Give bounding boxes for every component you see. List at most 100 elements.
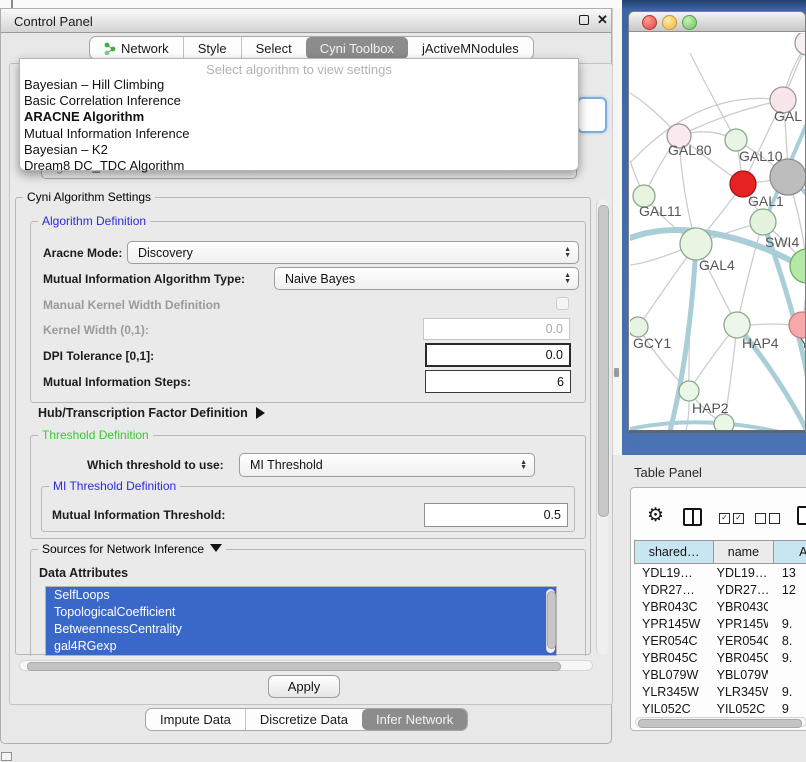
tab-network[interactable]: Network bbox=[90, 37, 183, 59]
network-node[interactable] bbox=[770, 159, 806, 195]
table-cell: YER054C bbox=[634, 634, 711, 648]
dropdown-item[interactable]: Mutual Information Inference bbox=[20, 126, 578, 142]
column-header[interactable]: A bbox=[774, 541, 806, 563]
minimize-traffic-light[interactable] bbox=[662, 15, 677, 30]
table-cell: YDR27… bbox=[711, 583, 768, 597]
panel-divider[interactable] bbox=[612, 8, 622, 455]
dropdown-item[interactable]: Dream8 DC_TDC Algorithm bbox=[20, 158, 578, 174]
show-columns-icon[interactable]: ✓ ✓ bbox=[719, 513, 744, 524]
bottom-tab-label: Infer Network bbox=[376, 712, 453, 727]
list-item[interactable]: SelfLoops bbox=[46, 587, 556, 604]
gear-icon[interactable]: ⚙ bbox=[647, 506, 664, 526]
chevron-updown-icon: ▲▼ bbox=[564, 247, 571, 258]
settings-scrollbar-thumb[interactable] bbox=[598, 205, 609, 517]
cyni-algorithm-settings-group: Cyni Algorithm Settings Algorithm Defini… bbox=[15, 197, 591, 655]
which-threshold-combobox[interactable]: MI Threshold ▲▼ bbox=[239, 453, 535, 477]
table-row[interactable]: YDL19…YDL19…13 bbox=[634, 564, 806, 581]
hub-definition-toggle[interactable]: Hub/Transcription Factor Definition bbox=[38, 403, 265, 423]
expanded-arrow-icon bbox=[210, 544, 222, 552]
split-columns-icon[interactable] bbox=[683, 508, 702, 526]
table-row[interactable]: YBR043CYBR043C bbox=[634, 598, 806, 615]
kernel-width-field[interactable]: 0.0 bbox=[423, 318, 570, 340]
listbox-vertical-scrollbar[interactable] bbox=[546, 589, 555, 653]
dropdown-item[interactable]: Bayesian – K2 bbox=[20, 142, 578, 158]
network-canvas[interactable]: GALGAL80GAL10GAL1GAL11SWI4GAL4GCY1HAP4YH… bbox=[630, 33, 806, 431]
table-cell: 8. bbox=[768, 634, 806, 648]
table-cell: YBL079W bbox=[711, 668, 768, 682]
network-node[interactable] bbox=[795, 33, 806, 55]
settings-vertical-scrollbar[interactable] bbox=[596, 199, 608, 655]
tab-style[interactable]: Style bbox=[183, 37, 241, 59]
network-node[interactable] bbox=[790, 249, 806, 283]
manual-kernel-checkbox[interactable] bbox=[556, 297, 569, 310]
float-window-icon[interactable] bbox=[579, 15, 589, 25]
divider-handle-icon[interactable] bbox=[614, 368, 619, 377]
list-item[interactable]: TopologicalCoefficient bbox=[46, 604, 556, 621]
list-item[interactable]: BetweennessCentrality bbox=[46, 621, 556, 638]
network-node[interactable] bbox=[714, 414, 734, 431]
node-label: GAL10 bbox=[739, 148, 783, 164]
tab-cyni-toolbox[interactable]: Cyni Toolbox bbox=[306, 37, 408, 59]
zoom-traffic-light[interactable] bbox=[682, 15, 697, 30]
table-row[interactable]: YLR345WYLR345W9. bbox=[634, 683, 806, 700]
network-node[interactable] bbox=[630, 317, 648, 337]
network-window-titlebar bbox=[629, 12, 805, 32]
list-item[interactable]: gal4RGexp bbox=[46, 638, 556, 655]
node-label: GAL1 bbox=[748, 193, 784, 209]
bottom-tab-infer-network[interactable]: Infer Network bbox=[362, 709, 467, 730]
mi-type-value: Naive Bayes bbox=[285, 272, 355, 286]
dropdown-item[interactable]: ARACNE Algorithm bbox=[20, 109, 578, 125]
table-row[interactable]: YIL052CYIL052C9 bbox=[634, 700, 806, 717]
column-header[interactable]: name bbox=[714, 541, 773, 563]
hide-columns-icon[interactable] bbox=[755, 513, 780, 524]
tab-jactivemnodules[interactable]: jActiveMNodules bbox=[408, 37, 533, 59]
table-row[interactable]: YPR145WYPR145W9. bbox=[634, 615, 806, 632]
bottom-left-widget[interactable] bbox=[1, 752, 12, 761]
focused-combo-fragment[interactable] bbox=[577, 97, 607, 133]
apply-button[interactable]: Apply bbox=[268, 675, 340, 698]
network-icon bbox=[104, 42, 116, 55]
algorithm-dropdown-placeholder: Select algorithm to view settings bbox=[20, 59, 578, 77]
tab-select[interactable]: Select bbox=[241, 37, 306, 59]
mi-threshold-field[interactable]: 0.5 bbox=[424, 503, 568, 527]
table-horizontal-scrollbar[interactable] bbox=[635, 717, 806, 727]
table-row[interactable]: YBL079WYBL079W bbox=[634, 666, 806, 683]
algorithm-definition-title: Algorithm Definition bbox=[38, 214, 150, 228]
bottom-tab-impute-data[interactable]: Impute Data bbox=[146, 709, 245, 730]
table-hscrollbar-thumb[interactable] bbox=[638, 719, 802, 728]
table-row[interactable]: YER054CYER054C8. bbox=[634, 632, 806, 649]
node-table: shared…nameA YDL19…YDL19…13YDR27…YDR27…1… bbox=[634, 540, 806, 718]
close-icon[interactable]: ✕ bbox=[597, 12, 608, 28]
top-tabs: Network Style SelectCyni ToolboxjActiveMNo… bbox=[89, 36, 534, 60]
algorithm-dropdown: Select algorithm to view settings Bayesi… bbox=[19, 58, 579, 171]
table-row[interactable]: YDR27…YDR27…12 bbox=[634, 581, 806, 598]
settings-horizontal-scrollbar[interactable] bbox=[19, 660, 593, 671]
cyni-algorithm-settings-title: Cyni Algorithm Settings bbox=[23, 190, 155, 204]
mi-steps-field[interactable]: 6 bbox=[425, 370, 571, 393]
node-label: GAL bbox=[774, 108, 802, 124]
unchecked-box-icon bbox=[755, 513, 766, 524]
bottom-tab-discretize-data[interactable]: Discretize Data bbox=[245, 709, 362, 730]
dropdown-item[interactable]: Basic Correlation Inference bbox=[20, 93, 578, 109]
new-table-icon[interactable] bbox=[797, 506, 806, 525]
table-cell: 9. bbox=[768, 685, 806, 699]
dpi-tolerance-field[interactable]: 0.0 bbox=[425, 343, 571, 367]
network-node[interactable] bbox=[750, 209, 776, 235]
column-header[interactable]: shared… bbox=[634, 541, 714, 563]
network-node[interactable] bbox=[680, 228, 712, 260]
settings-hscrollbar-thumb[interactable] bbox=[27, 662, 561, 671]
table-row[interactable]: YBR045CYBR045C9. bbox=[634, 649, 806, 666]
mi-steps-label: Mutual Information Steps: bbox=[43, 375, 191, 389]
mi-type-combobox[interactable]: Naive Bayes ▲▼ bbox=[274, 267, 579, 290]
network-node[interactable] bbox=[679, 381, 699, 401]
aracne-mode-combobox[interactable]: Discovery ▲▼ bbox=[127, 241, 579, 264]
data-attributes-listbox: SelfLoopsTopologicalCoefficientBetweenne… bbox=[45, 586, 557, 656]
kernel-width-label: Kernel Width (0,1): bbox=[43, 323, 149, 337]
tab-label: Style bbox=[198, 41, 227, 56]
dropdown-item[interactable]: Bayesian – Hill Climbing bbox=[20, 77, 578, 93]
algorithm-dropdown-list: Bayesian – Hill ClimbingBasic Correlatio… bbox=[20, 77, 578, 174]
table-cell: YPR145W bbox=[711, 617, 768, 631]
listbox-scrollbar-thumb[interactable] bbox=[547, 591, 556, 649]
close-traffic-light[interactable] bbox=[642, 15, 657, 30]
network-view-window: GALGAL80GAL10GAL1GAL11SWI4GAL4GCY1HAP4YH… bbox=[628, 11, 806, 433]
